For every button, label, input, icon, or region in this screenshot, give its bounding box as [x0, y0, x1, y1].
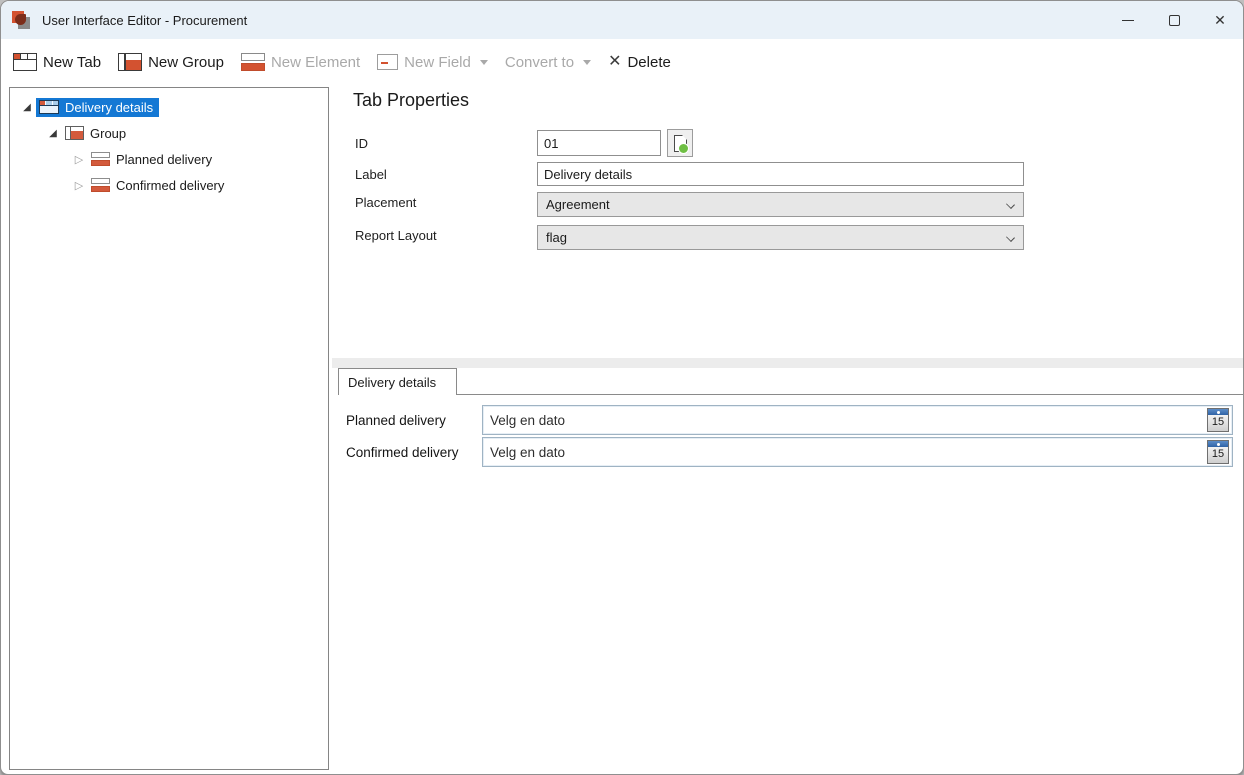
planned-delivery-date-field[interactable]: Velg en dato 15	[482, 405, 1233, 435]
date-placeholder: Velg en dato	[490, 413, 565, 428]
new-tab-label: New Tab	[43, 54, 101, 71]
tree-item-label: Confirmed delivery	[116, 178, 224, 193]
delete-button[interactable]: ✕ Delete	[608, 54, 671, 71]
tree-item-planned-delivery[interactable]: ▷ Planned delivery	[10, 146, 328, 172]
calendar-day-number: 15	[1212, 449, 1224, 460]
placement-selected-value: Agreement	[546, 197, 610, 212]
report-layout-selected-value: flag	[546, 230, 567, 245]
tree-item-label: Planned delivery	[116, 152, 212, 167]
new-field-label: New Field	[404, 54, 471, 71]
properties-heading: Tab Properties	[353, 90, 469, 111]
minimize-icon	[1122, 20, 1134, 21]
preview-tab-label: Delivery details	[348, 375, 436, 390]
tree-item-label: Group	[90, 126, 126, 141]
tree-item-confirmed-delivery[interactable]: ▷ Confirmed delivery	[10, 172, 328, 198]
delete-label: Delete	[627, 54, 670, 71]
minimize-button[interactable]	[1105, 1, 1151, 39]
convert-to-label: Convert to	[505, 54, 574, 71]
structure-tree-panel: ◢ Delivery details ◢ Group ▷ Planned del…	[9, 87, 329, 770]
new-element-label: New Element	[271, 54, 360, 71]
planned-delivery-label: Planned delivery	[346, 405, 446, 435]
report-layout-select[interactable]: flag	[537, 225, 1024, 250]
calendar-picker-button[interactable]: 15	[1207, 440, 1229, 464]
new-group-label: New Group	[148, 54, 224, 71]
new-group-icon	[118, 53, 142, 71]
tree-node[interactable]: Confirmed delivery	[88, 176, 230, 195]
element-node-icon	[91, 152, 110, 166]
tree-item-delivery-details[interactable]: ◢ Delivery details	[10, 94, 328, 120]
label-input[interactable]	[537, 162, 1024, 186]
new-field-button[interactable]: New Field	[377, 54, 488, 71]
tree-node-selected[interactable]: Delivery details	[36, 98, 159, 117]
app-icon	[12, 11, 30, 29]
maximize-button[interactable]	[1151, 1, 1197, 39]
new-field-icon	[377, 54, 398, 70]
element-node-icon	[91, 178, 110, 192]
placement-select[interactable]: Agreement	[537, 192, 1024, 217]
calendar-icon	[1208, 441, 1228, 447]
label-field-label: Label	[355, 167, 387, 182]
id-field-label: ID	[355, 136, 368, 151]
expander-expanded-icon[interactable]: ◢	[18, 102, 36, 113]
preview-tabstrip-line	[338, 394, 1244, 395]
generate-id-button[interactable]	[667, 129, 693, 157]
close-button[interactable]: ✕	[1197, 1, 1243, 39]
expander-expanded-icon[interactable]: ◢	[44, 128, 62, 139]
date-placeholder: Velg en dato	[490, 445, 565, 460]
confirmed-delivery-label: Confirmed delivery	[346, 437, 459, 467]
tree-item-group[interactable]: ◢ Group	[10, 120, 328, 146]
app-window: User Interface Editor - Procurement ✕ Ne…	[0, 0, 1244, 775]
tree-node[interactable]: Group	[62, 124, 132, 143]
chevron-down-icon	[1006, 233, 1015, 242]
convert-to-dropdown-arrow-icon	[583, 60, 591, 65]
document-refresh-icon	[674, 135, 687, 152]
id-input[interactable]	[537, 130, 661, 156]
toolbar: New Tab New Group New Element New Field …	[1, 39, 1243, 85]
new-element-icon	[241, 53, 265, 71]
new-group-button[interactable]: New Group	[118, 53, 224, 71]
group-node-icon	[65, 126, 84, 140]
new-tab-icon	[13, 53, 37, 71]
close-icon: ✕	[1214, 13, 1226, 27]
new-element-button[interactable]: New Element	[241, 53, 360, 71]
calendar-picker-button[interactable]: 15	[1207, 408, 1229, 432]
maximize-icon	[1169, 15, 1180, 26]
placement-field-label: Placement	[355, 195, 416, 210]
horizontal-splitter[interactable]	[332, 358, 1244, 368]
tree-node[interactable]: Planned delivery	[88, 150, 218, 169]
report-layout-field-label: Report Layout	[355, 228, 437, 243]
calendar-icon	[1208, 409, 1228, 415]
new-field-dropdown-arrow-icon	[480, 60, 488, 65]
tree-item-label: Delivery details	[65, 100, 153, 115]
new-tab-button[interactable]: New Tab	[13, 53, 101, 71]
window-title: User Interface Editor - Procurement	[42, 13, 247, 28]
convert-to-button[interactable]: Convert to	[505, 54, 591, 71]
calendar-day-number: 15	[1212, 417, 1224, 428]
chevron-down-icon	[1006, 200, 1015, 209]
expander-collapsed-icon[interactable]: ▷	[70, 153, 88, 166]
delete-icon: ✕	[608, 54, 621, 70]
tab-node-icon	[39, 100, 59, 114]
confirmed-delivery-date-field[interactable]: Velg en dato 15	[482, 437, 1233, 467]
expander-collapsed-icon[interactable]: ▷	[70, 179, 88, 192]
title-bar: User Interface Editor - Procurement ✕	[1, 1, 1243, 39]
preview-tab-delivery-details[interactable]: Delivery details	[338, 368, 457, 395]
